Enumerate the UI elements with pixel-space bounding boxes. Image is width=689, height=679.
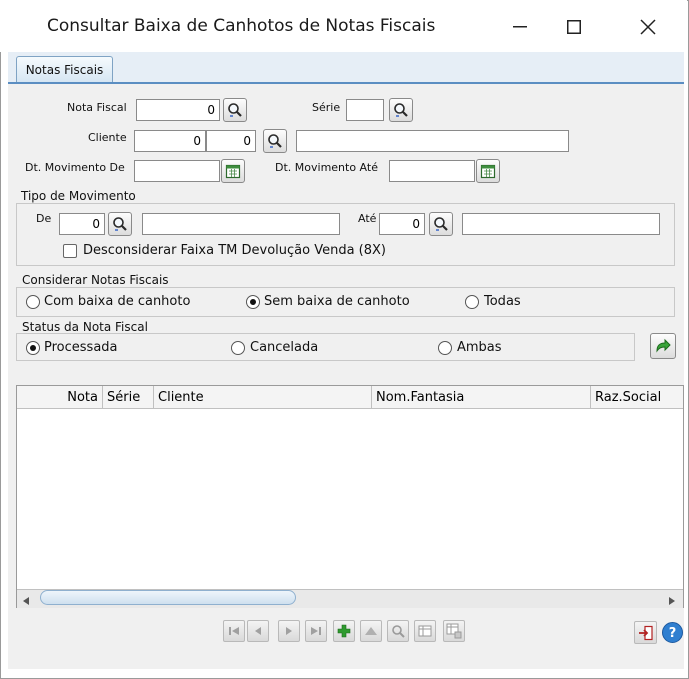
export-grid-icon: [446, 623, 462, 639]
svg-text:?: ?: [669, 626, 677, 641]
tipo-movimento-de-description[interactable]: [142, 213, 340, 235]
radio-processada[interactable]: [26, 341, 40, 355]
next-record-button[interactable]: [278, 620, 300, 642]
cliente-branch-input[interactable]: 0: [206, 130, 256, 152]
tipo-movimento-de-search-button[interactable]: [108, 212, 132, 236]
help-button[interactable]: ?: [661, 621, 684, 644]
dt-movimento-de-calendar-button[interactable]: [221, 159, 245, 183]
tipo-movimento-ate-label: Até: [358, 212, 377, 225]
scroll-left-arrow[interactable]: [22, 594, 30, 608]
minimize-button[interactable]: [497, 8, 543, 46]
dt-movimento-de-input[interactable]: [134, 160, 220, 182]
export-button[interactable]: [443, 620, 465, 642]
previous-record-button[interactable]: [247, 620, 269, 642]
radio-cancelada-label: Cancelada: [250, 340, 319, 355]
next-icon: [286, 627, 292, 635]
magnifier-icon: [394, 103, 408, 117]
column-serie[interactable]: Série: [103, 386, 154, 408]
status-title: Status da Nota Fiscal: [22, 320, 148, 334]
last-record-button[interactable]: [305, 620, 327, 642]
cliente-search-button[interactable]: [263, 129, 287, 153]
cliente-code-input[interactable]: 0: [134, 130, 206, 152]
desconsiderar-checkbox-label: Desconsiderar Faixa TM Devolução Venda (…: [83, 243, 386, 258]
cliente-description-input[interactable]: [296, 130, 569, 152]
radio-com-baixa-label: Com baixa de canhoto: [44, 294, 191, 309]
calendar-icon: [225, 164, 241, 179]
minimize-icon: [513, 26, 527, 28]
radio-com-baixa[interactable]: [26, 295, 40, 309]
magnifier-icon: [434, 217, 448, 231]
tipo-movimento-title: Tipo de Movimento: [21, 189, 136, 203]
window-title: Consultar Baixa de Canhotos de Notas Fis…: [47, 16, 436, 36]
table-icon: [418, 625, 432, 637]
exit-button[interactable]: [634, 621, 657, 644]
dt-movimento-ate-input[interactable]: [389, 160, 475, 182]
tipo-movimento-ate-input[interactable]: 0: [379, 213, 425, 235]
triangle-up-icon: [365, 627, 377, 635]
triangle-left-icon: [23, 597, 29, 605]
green-arrow-icon: [656, 338, 671, 353]
cliente-label: Cliente: [88, 131, 127, 144]
radio-todas[interactable]: [465, 295, 479, 309]
column-nom-fantasia[interactable]: Nom.Fantasia: [372, 386, 591, 408]
magnifier-icon: [228, 103, 242, 117]
radio-sem-baixa-label: Sem baixa de canhoto: [264, 294, 410, 309]
magnifier-icon: [392, 625, 405, 638]
radio-cancelada[interactable]: [231, 341, 245, 355]
maximize-icon: [567, 20, 581, 34]
radio-todas-label: Todas: [484, 294, 521, 309]
calendar-icon: [480, 164, 496, 179]
maximize-button[interactable]: [551, 8, 597, 46]
nota-fiscal-input[interactable]: 0: [136, 99, 220, 121]
last-icon: [311, 627, 321, 635]
radio-ambas[interactable]: [438, 341, 452, 355]
exit-door-icon: [638, 625, 653, 640]
columns-button[interactable]: [414, 620, 436, 642]
serie-input[interactable]: [346, 99, 384, 121]
radio-sem-baixa[interactable]: [246, 295, 260, 309]
desconsiderar-checkbox[interactable]: [63, 244, 77, 258]
dt-movimento-de-label: Dt. Movimento De: [25, 161, 125, 174]
close-icon: [640, 19, 656, 35]
add-record-button[interactable]: [333, 620, 355, 642]
nota-fiscal-label: Nota Fiscal: [67, 101, 127, 114]
move-up-button[interactable]: [360, 620, 382, 642]
considerar-title: Considerar Notas Fiscais: [22, 273, 169, 287]
help-icon: ?: [662, 622, 683, 643]
magnifier-icon: [113, 217, 127, 231]
find-record-button[interactable]: [387, 620, 409, 642]
tipo-movimento-ate-search-button[interactable]: [429, 212, 453, 236]
tab-notas-fiscais[interactable]: Notas Fiscais: [16, 56, 113, 82]
radio-processada-label: Processada: [44, 340, 118, 355]
nota-fiscal-search-button[interactable]: [223, 98, 247, 122]
dt-movimento-ate-calendar-button[interactable]: [476, 159, 500, 183]
close-button[interactable]: [625, 8, 671, 46]
execute-button[interactable]: [650, 333, 676, 359]
plus-icon: [337, 624, 351, 638]
column-cliente[interactable]: Cliente: [154, 386, 372, 408]
scroll-thumb[interactable]: [40, 590, 296, 605]
tipo-movimento-de-input[interactable]: 0: [59, 213, 105, 235]
radio-ambas-label: Ambas: [457, 340, 502, 355]
serie-label: Série: [312, 101, 341, 114]
serie-search-button[interactable]: [389, 98, 413, 122]
tipo-movimento-ate-description[interactable]: [462, 213, 660, 235]
scroll-right-arrow[interactable]: [668, 594, 676, 608]
previous-icon: [255, 627, 261, 635]
column-nota[interactable]: Nota: [17, 386, 103, 408]
first-record-button[interactable]: [223, 620, 245, 642]
dt-movimento-ate-label: Dt. Movimento Até: [275, 161, 378, 174]
triangle-right-icon: [669, 597, 675, 605]
tipo-movimento-de-label: De: [36, 212, 52, 225]
first-icon: [229, 627, 239, 635]
column-raz-social[interactable]: Raz.Social: [591, 386, 683, 408]
results-grid[interactable]: [16, 385, 684, 608]
magnifier-icon: [268, 134, 282, 148]
